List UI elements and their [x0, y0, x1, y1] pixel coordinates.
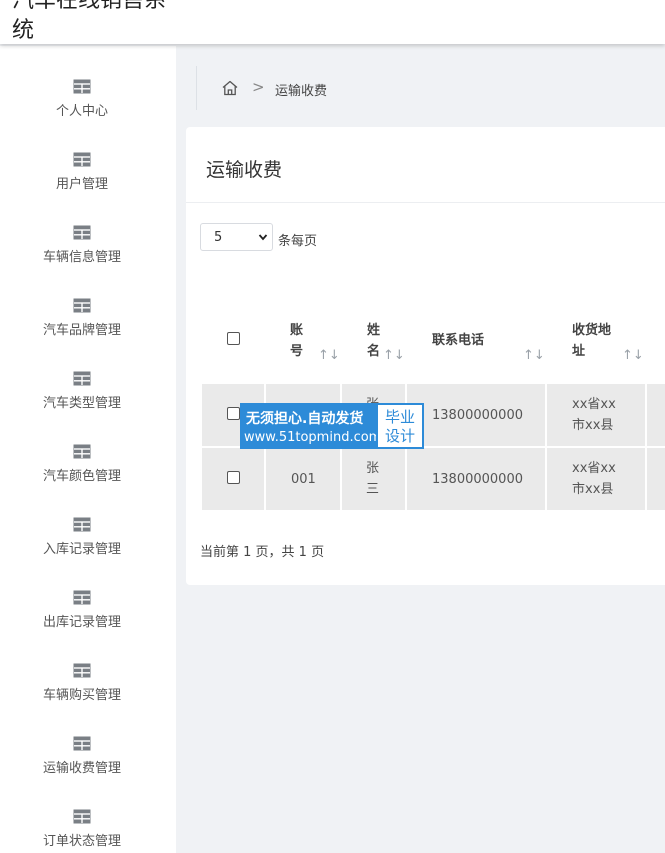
divider	[186, 202, 665, 203]
sidebar-item-color[interactable]: 汽车颜色管理	[0, 444, 164, 517]
cell-name: 张三	[366, 461, 380, 497]
sidebar-item-label: 车辆购买管理	[42, 688, 121, 703]
table-icon	[73, 371, 91, 386]
sidebar-item-purchase[interactable]: 车辆购买管理	[0, 663, 164, 736]
content-card: 运输收费 5 条每页 账号 ↑↓ 姓名 ↑↓ 联系电话 ↑↓ 收货地址 ↑↓ 0…	[186, 127, 665, 585]
cell-account: 001	[291, 472, 316, 487]
sidebar-item-personal-center[interactable]: 个人中心	[0, 79, 164, 152]
sidebar-item-brand[interactable]: 汽车品牌管理	[0, 298, 164, 371]
column-header-name[interactable]: 姓名	[367, 320, 381, 362]
cell-phone: 13800000000	[432, 408, 523, 423]
table-icon	[73, 152, 91, 167]
sidebar-item-label: 车辆信息管理	[42, 250, 121, 265]
select-all-checkbox[interactable]	[227, 332, 240, 345]
cell-phone: 13800000000	[432, 472, 523, 487]
table-cell: xx省xx市xx县	[547, 384, 645, 446]
sidebar-item-vehicle-info[interactable]: 车辆信息管理	[0, 225, 164, 298]
watermark-line2: www.51topmind.com	[244, 430, 382, 445]
sidebar-item-outbound[interactable]: 出库记录管理	[0, 590, 164, 663]
table-icon	[73, 809, 91, 824]
watermark-text-block: 无须担心.自动发货 www.51topmind.com	[240, 403, 381, 449]
sidebar-item-label: 入库记录管理	[42, 542, 121, 557]
page-size-select[interactable]: 5	[200, 223, 273, 251]
sidebar-item-inbound[interactable]: 入库记录管理	[0, 517, 164, 590]
watermark-line1: 无须担心.自动发货	[246, 411, 364, 427]
column-header-phone[interactable]: 联系电话	[432, 330, 512, 351]
table-icon	[73, 225, 91, 240]
sidebar-item-label: 个人中心	[55, 104, 108, 119]
table-icon	[73, 590, 91, 605]
table-cell: 001	[266, 448, 340, 510]
sidebar-item-label: 出库记录管理	[42, 615, 121, 630]
column-header-account[interactable]: 账号	[290, 320, 304, 362]
watermark-banner: 无须担心.自动发货 www.51topmind.com 毕业设计	[240, 403, 424, 449]
sidebar-item-label: 汽车品牌管理	[42, 323, 121, 338]
per-page-label: 条每页	[278, 234, 318, 249]
sort-icon[interactable]: ↑↓	[318, 348, 340, 363]
sidebar-item-label: 用户管理	[55, 177, 108, 192]
cell-address: xx省xx市xx县	[572, 461, 616, 497]
column-header-address[interactable]: 收货地址	[572, 320, 616, 362]
table-icon	[73, 517, 91, 532]
sidebar-item-label: 运输收费管理	[42, 761, 121, 776]
table-icon	[73, 298, 91, 313]
table-row[interactable]: 001 张三 13800000000 xx省xx市xx县	[202, 448, 665, 510]
breadcrumb-separator: >	[252, 78, 265, 96]
home-icon[interactable]	[221, 79, 239, 97]
breadcrumb: > 运输收费	[196, 66, 327, 110]
table-cell	[202, 448, 264, 510]
sidebar-item-label: 汽车类型管理	[42, 396, 121, 411]
table-icon	[73, 444, 91, 459]
sort-icon[interactable]: ↑↓	[383, 348, 405, 363]
table-cell: 13800000000	[407, 384, 545, 446]
sidebar-item-shipping-fee[interactable]: 运输收费管理	[0, 736, 164, 809]
page-title: 运输收费	[206, 159, 283, 181]
sidebar-item-label: 订单状态管理	[42, 834, 121, 849]
sidebar: 个人中心 用户管理 车辆信息管理 汽车品牌管理 汽车类型管理 汽车颜色管理 入库…	[0, 46, 176, 853]
sidebar-item-order-status[interactable]: 订单状态管理	[0, 809, 164, 853]
chevron-down-icon	[258, 234, 268, 241]
table-cell: xx省xx市xx县	[547, 448, 645, 510]
top-header: 汽车在线销售系统	[0, 0, 665, 44]
table-icon	[73, 79, 91, 94]
table-cell: 13800000000	[407, 448, 545, 510]
row-checkbox[interactable]	[227, 407, 240, 420]
table-icon	[73, 663, 91, 678]
row-checkbox[interactable]	[227, 471, 240, 484]
table-icon	[73, 736, 91, 751]
pagination-info: 当前第 1 页，共 1 页	[200, 545, 325, 560]
sidebar-item-user-management[interactable]: 用户管理	[0, 152, 164, 225]
cell-address: xx省xx市xx县	[572, 397, 616, 433]
breadcrumb-current: 运输收费	[275, 84, 328, 99]
table-cell	[647, 384, 665, 446]
sort-icon[interactable]: ↑↓	[622, 348, 644, 363]
page-size-value: 5	[214, 230, 223, 245]
sidebar-item-type[interactable]: 汽车类型管理	[0, 371, 164, 444]
table-cell: 张三	[342, 448, 405, 510]
table-cell	[647, 448, 665, 510]
watermark-badge: 毕业设计	[376, 403, 424, 449]
sort-icon[interactable]: ↑↓	[523, 348, 545, 363]
app-title: 汽车在线销售系统	[12, 0, 167, 43]
sidebar-item-label: 汽车颜色管理	[42, 469, 121, 484]
